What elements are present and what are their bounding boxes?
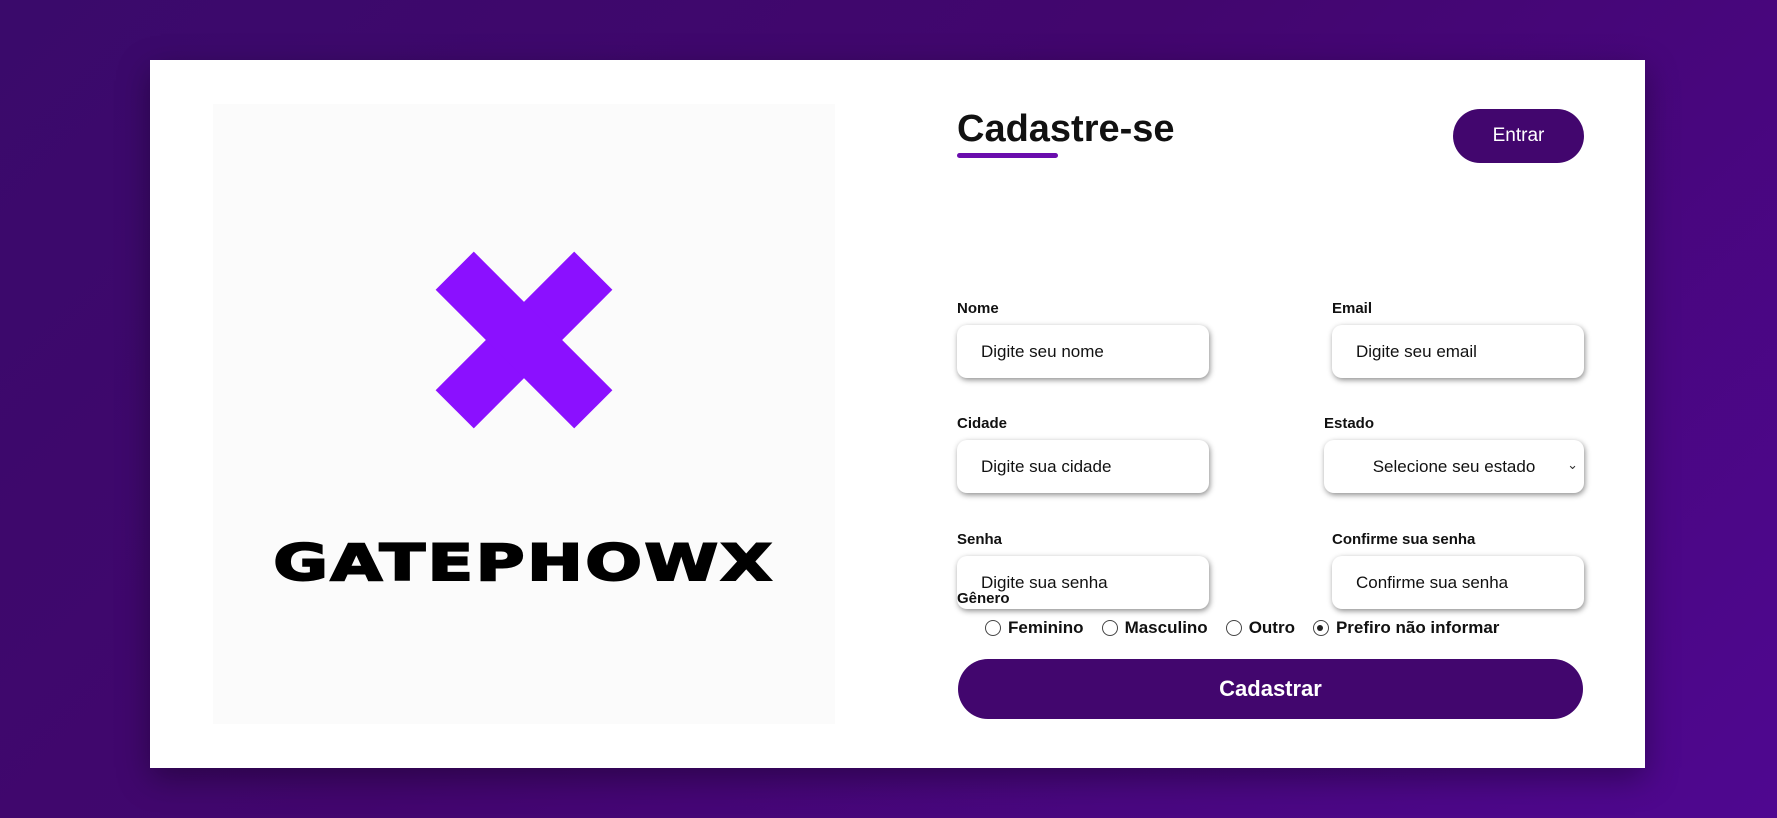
- chevron-down-icon: ⌄: [1567, 457, 1578, 472]
- gender-label: Gênero: [957, 590, 1010, 607]
- radio-icon[interactable]: [985, 620, 1001, 636]
- email-field-group: Email: [1332, 300, 1584, 378]
- gender-option-prefiro-nao-informar[interactable]: Prefiro não informar: [1312, 618, 1500, 638]
- title-underline: [957, 153, 1058, 158]
- gender-option-label: Outro: [1248, 618, 1295, 637]
- gender-option-label: Feminino: [1008, 618, 1084, 637]
- email-input[interactable]: [1332, 325, 1584, 378]
- name-field-group: Nome: [957, 300, 1209, 378]
- page-title: Cadastre-se: [957, 108, 1175, 150]
- state-select[interactable]: Selecione seu estado ⌄: [1324, 440, 1584, 493]
- city-input[interactable]: [957, 440, 1209, 493]
- state-field-group: Estado Selecione seu estado ⌄: [1324, 415, 1584, 493]
- submit-button[interactable]: Cadastrar: [958, 659, 1583, 719]
- name-input[interactable]: [957, 325, 1209, 378]
- login-button[interactable]: Entrar: [1453, 109, 1584, 163]
- gender-option-feminino[interactable]: Feminino: [985, 618, 1084, 638]
- confirm-password-input[interactable]: [1332, 556, 1584, 609]
- signup-card: GATEPHOWX Cadastre-se Entrar Nome Email …: [150, 60, 1645, 768]
- name-label: Nome: [957, 300, 999, 317]
- confirm-password-label: Confirme sua senha: [1332, 531, 1476, 548]
- brand-name: GATEPHOWX: [272, 533, 775, 593]
- x-logo-icon: [435, 251, 613, 429]
- gender-option-masculino[interactable]: Masculino: [1101, 618, 1208, 638]
- email-label: Email: [1332, 300, 1373, 317]
- password-label: Senha: [957, 531, 1003, 548]
- radio-icon[interactable]: [1101, 620, 1118, 636]
- confirm-password-field-group: Confirme sua senha: [1332, 531, 1584, 609]
- gender-option-outro[interactable]: Outro: [1225, 618, 1295, 638]
- state-select-value: Selecione seu estado: [1372, 456, 1536, 476]
- city-label: Cidade: [957, 415, 1008, 432]
- radio-checked-icon[interactable]: [1312, 620, 1329, 636]
- gender-option-label: Prefiro não informar: [1335, 618, 1500, 637]
- signup-form: Cadastre-se Entrar Nome Email Cidade Est…: [957, 60, 1607, 768]
- city-field-group: Cidade: [957, 415, 1209, 493]
- gender-radio-group: Feminino Masculino Outro Prefiro não inf…: [985, 618, 1517, 638]
- brand-logo-panel: GATEPHOWX: [213, 104, 835, 724]
- radio-icon[interactable]: [1225, 620, 1242, 636]
- state-label: Estado: [1324, 415, 1375, 432]
- gender-option-label: Masculino: [1124, 618, 1208, 637]
